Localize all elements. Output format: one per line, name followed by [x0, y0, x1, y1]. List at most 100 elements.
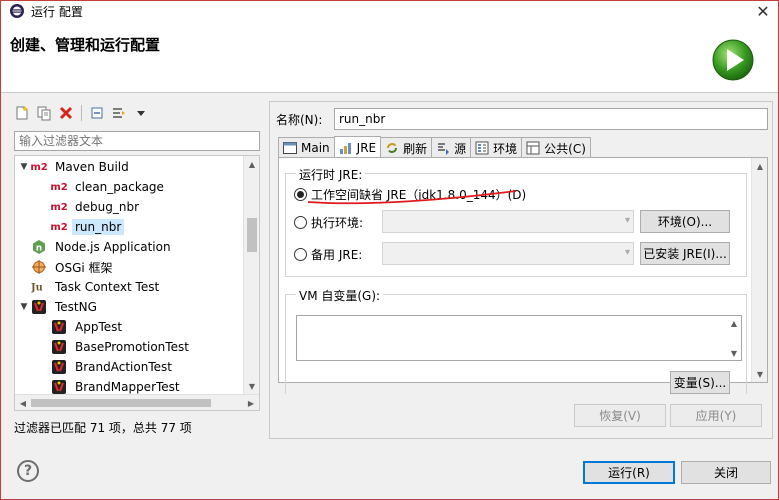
testng-icon	[51, 339, 67, 355]
tree-item-brandactiontest[interactable]: BrandActionTest	[51, 357, 175, 377]
svg-text:n: n	[36, 244, 42, 254]
tab-source[interactable]: 源	[431, 137, 472, 158]
window-title: 运行 配置	[31, 4, 83, 19]
exec-env-option[interactable]: 执行环境:	[294, 212, 363, 232]
panel-vertical-scrollbar[interactable]: ▲ ▼	[751, 158, 767, 382]
tab-common[interactable]: 公共(C)	[521, 137, 591, 158]
tree-item-run-nbr[interactable]: m2 run_nbr	[50, 217, 125, 237]
workspace-default-jre-label: 工作空间缺省 JRE（jdk1.8.0_144）(D)	[311, 187, 527, 202]
m2-icon: m2	[50, 181, 68, 193]
title-bar: 运行 配置 ✕	[1, 1, 778, 21]
tree-item-task-context-test[interactable]: Ju Task Context Test	[31, 277, 162, 297]
chevron-down-icon[interactable]: ▼	[752, 366, 768, 382]
vm-arguments-textarea[interactable]: ▲ ▼	[296, 315, 742, 361]
collapse-all-icon[interactable]	[87, 103, 107, 123]
main-tab-icon	[282, 141, 298, 155]
scrollbar-thumb[interactable]	[31, 399, 211, 407]
close-button[interactable]: 关闭	[681, 461, 771, 484]
alternate-jre-label: 备用 JRE:	[311, 247, 363, 262]
chevron-down-icon[interactable]: ▼	[244, 378, 259, 394]
duplicate-icon[interactable]	[34, 103, 54, 123]
chevron-up-icon[interactable]: ▲	[752, 158, 768, 174]
config-tabs: Main JRE 刷新 源 环境 公共(C)	[278, 136, 591, 158]
vm-arguments-title: VM 自变量(G):	[296, 287, 384, 304]
m2-icon: m2	[30, 161, 48, 173]
filter-status: 过滤器已匹配 71 项，总共 77 项	[14, 421, 192, 435]
chevron-left-icon[interactable]: ◀	[15, 395, 31, 410]
run-configurations-dialog: 运行 配置 ✕ 创建、管理和运行配置 输入过滤器文本 ▼ m2 Maven Bu…	[0, 0, 779, 500]
tree-item-debug-nbr[interactable]: m2 debug_nbr	[50, 197, 142, 217]
filter-icon[interactable]	[109, 103, 129, 123]
alternate-jre-select[interactable]: ▾	[382, 242, 634, 265]
scrollbar-thumb[interactable]	[247, 218, 257, 252]
radio-selected[interactable]	[294, 187, 307, 201]
dropdown-icon[interactable]	[131, 103, 151, 123]
exec-env-select[interactable]: ▾	[382, 210, 634, 233]
toolbar-divider	[81, 105, 82, 121]
m2-icon: m2	[50, 201, 68, 213]
delete-icon[interactable]	[56, 103, 76, 123]
chevron-up-icon[interactable]: ▲	[727, 316, 741, 330]
list-toolbar	[8, 101, 262, 125]
page-title: 创建、管理和运行配置	[10, 36, 161, 54]
chevron-down-icon[interactable]: ▼	[17, 162, 31, 172]
chevron-up-icon[interactable]: ▲	[244, 156, 259, 172]
tab-environment[interactable]: 环境	[470, 137, 523, 158]
tree-item-nodejs-application[interactable]: n Node.js Application	[31, 237, 174, 257]
tree-item-clean-package[interactable]: m2 clean_package	[50, 177, 167, 197]
dialog-header: 创建、管理和运行配置	[1, 21, 778, 93]
source-tab-icon	[435, 141, 451, 155]
close-icon[interactable]: ✕	[748, 1, 778, 21]
tree-vertical-scrollbar[interactable]: ▲ ▼	[243, 156, 259, 394]
run-button[interactable]: 运行(R)	[583, 461, 675, 484]
help-icon[interactable]: ?	[17, 460, 39, 482]
environment-button[interactable]: 环境(O)...	[640, 210, 730, 233]
m2-icon: m2	[50, 221, 68, 233]
variables-button[interactable]: 变量(S)...	[670, 371, 730, 394]
junit-icon: Ju	[31, 279, 47, 295]
alternate-jre-option[interactable]: 备用 JRE:	[294, 244, 362, 264]
name-field[interactable]	[334, 108, 768, 130]
vm-arguments-group: VM 自变量(G): ▲ ▼ 变量(S)...	[285, 287, 747, 394]
tree-item-osgi[interactable]: OSGi 框架	[31, 257, 116, 277]
exec-env-label: 执行环境:	[311, 215, 364, 230]
eclipse-icon	[9, 3, 25, 19]
run-green-icon	[712, 39, 754, 81]
testng-icon	[51, 379, 67, 395]
chevron-down-icon[interactable]: ▼	[17, 302, 31, 312]
tree-item-basepromotiontest[interactable]: BasePromotionTest	[51, 337, 192, 357]
runtime-jre-title: 运行时 JRE:	[296, 166, 366, 183]
apply-button[interactable]: 应用(Y)	[670, 404, 762, 427]
radio-unselected[interactable]	[294, 247, 307, 261]
tab-main[interactable]: Main	[278, 137, 335, 158]
testng-icon	[51, 359, 67, 375]
tree-horizontal-scrollbar[interactable]: ◀ ▶	[15, 394, 259, 410]
common-tab-icon	[525, 141, 541, 155]
radio-unselected[interactable]	[294, 215, 307, 229]
configuration-list-pane: ▼ m2 Maven Build m2 clean_package m2 deb…	[8, 101, 262, 439]
filter-input[interactable]	[14, 131, 260, 151]
tree-item-testng[interactable]: ▼ TestNG	[17, 297, 100, 317]
installed-jres-button[interactable]: 已安装 JRE(I)...	[640, 242, 730, 265]
revert-button[interactable]: 恢复(V)	[574, 404, 666, 427]
workspace-default-jre-option[interactable]: 工作空间缺省 JRE（jdk1.8.0_144）(D)	[294, 184, 526, 204]
environment-tab-icon	[474, 141, 490, 155]
name-label: 名称(N):	[276, 113, 323, 127]
chevron-down-icon: ▾	[624, 215, 630, 226]
chevron-right-icon[interactable]: ▶	[243, 395, 259, 410]
osgi-icon	[31, 259, 47, 275]
testng-icon	[51, 319, 67, 335]
tree-item-apptest[interactable]: AppTest	[51, 317, 125, 337]
configuration-editor: 名称(N): Main JRE 刷新	[269, 101, 773, 439]
chevron-down-icon[interactable]: ▼	[727, 346, 741, 360]
refresh-tab-icon	[384, 141, 400, 155]
testng-icon	[31, 299, 47, 315]
jre-tab-panel: 运行时 JRE: 工作空间缺省 JRE（jdk1.8.0_144）(D) 执行环…	[278, 157, 768, 394]
new-config-icon[interactable]	[12, 103, 32, 123]
runtime-jre-group: 运行时 JRE: 工作空间缺省 JRE（jdk1.8.0_144）(D) 执行环…	[285, 166, 747, 277]
svg-text:Ju: Ju	[31, 283, 43, 294]
tree-item-maven-build[interactable]: ▼ m2 Maven Build	[17, 157, 132, 177]
tab-refresh[interactable]: 刷新	[380, 137, 433, 158]
tab-jre[interactable]: JRE	[333, 136, 382, 158]
configuration-tree: ▼ m2 Maven Build m2 clean_package m2 deb…	[14, 155, 260, 411]
